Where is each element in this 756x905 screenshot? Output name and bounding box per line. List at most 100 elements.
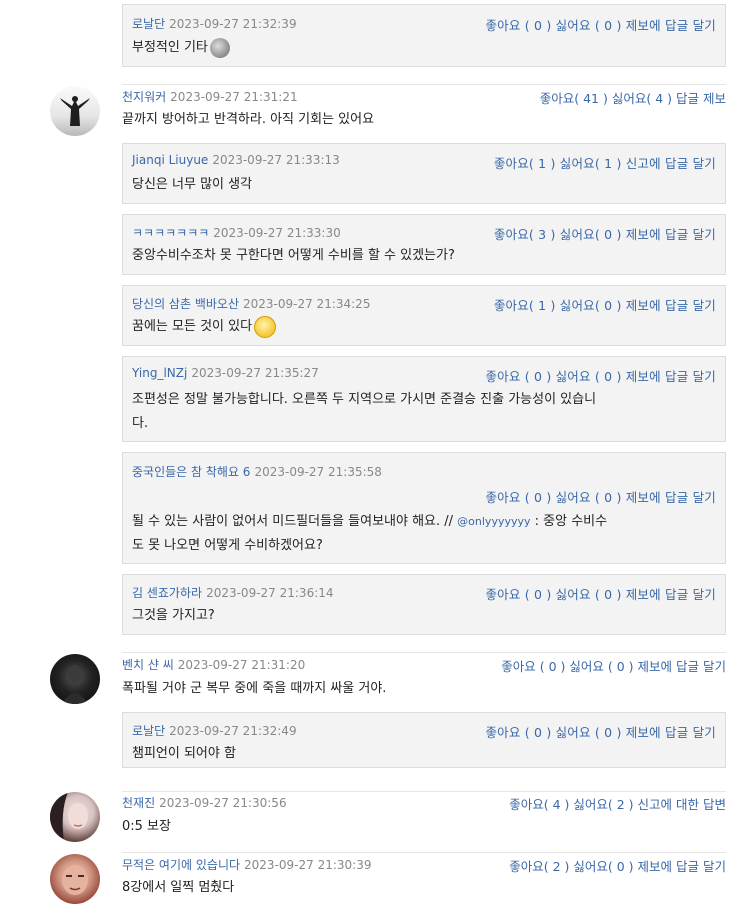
like-button[interactable]: 좋아요( 41 )	[540, 91, 608, 106]
comment-meta: 천지워커 2023-09-27 21:31:21	[122, 88, 298, 105]
username-link[interactable]: ㅋㅋㅋㅋㅋㅋㅋ	[132, 226, 209, 240]
comment-meta: 천재진 2023-09-27 21:30:56	[122, 794, 287, 811]
mention-link[interactable]: @onlyyyyyyy	[457, 515, 530, 528]
like-button[interactable]: 좋아요( 1 )	[494, 298, 556, 313]
report-button[interactable]: 제보에	[638, 859, 673, 874]
like-button[interactable]: 좋아요( 2 )	[509, 859, 569, 874]
dislike-button[interactable]: 싫어요( 2 )	[573, 797, 633, 812]
reply-button[interactable]: 답글 달기	[665, 227, 716, 242]
dislike-button[interactable]: 싫어요 ( 0 )	[556, 587, 622, 602]
reply-button[interactable]: 답글 달기	[665, 156, 716, 171]
smile-emoji-icon	[254, 315, 277, 338]
reply-box: 김 센죠가하라 2023-09-27 21:36:14 좋아요 ( 0 ) 싫어요…	[122, 574, 726, 635]
report-button[interactable]: 제보	[703, 91, 726, 106]
comment-actions: 좋아요( 41 ) 싫어요( 4 ) 답글 제보	[540, 88, 726, 107]
report-button[interactable]: 신고에 대한	[638, 797, 699, 812]
dislike-button[interactable]: 싫어요 ( 0 )	[556, 490, 622, 505]
dislike-button[interactable]: 싫어요( 0 )	[560, 227, 622, 242]
comment-actions: 좋아요( 1 ) 싫어요( 0 ) 제보에 답글 달기	[494, 295, 716, 314]
timestamp: 2023-09-27 21:33:30	[213, 226, 341, 240]
avatar[interactable]	[50, 792, 100, 842]
reply-button[interactable]: 답글 달기	[665, 18, 716, 33]
reply-box: 당신의 삼촌 백바오산 2023-09-27 21:34:25 좋아요( 1 ) …	[122, 285, 726, 346]
like-button[interactable]: 좋아요 ( 0 )	[485, 18, 551, 33]
timestamp: 2023-09-27 21:35:27	[191, 366, 319, 380]
report-button[interactable]: 제보에	[638, 659, 673, 674]
comment-text: 챔피언이 되어야 함	[132, 746, 236, 761]
reply-box: 중국인들은 참 착해요 6 2023-09-27 21:35:58 좋아요 ( 0…	[122, 452, 726, 564]
like-button[interactable]: 좋아요( 1 )	[494, 156, 556, 171]
report-button[interactable]: 신고에	[626, 156, 661, 171]
report-button[interactable]: 제보에	[626, 725, 661, 740]
reply-button[interactable]: 답변	[703, 797, 726, 812]
report-button[interactable]: 제보에	[626, 369, 661, 384]
comment-text: 꿈에는 모든 것이 있다	[132, 314, 277, 340]
comment-meta: 로날단 2023-09-27 21:32:39	[132, 15, 297, 32]
dislike-button[interactable]: 싫어요( 1 )	[560, 156, 622, 171]
like-button[interactable]: 좋아요 ( 0 )	[485, 369, 551, 384]
like-button[interactable]: 좋아요 ( 0 )	[485, 725, 551, 740]
comment-meta: 중국인들은 참 착해요 6 2023-09-27 21:35:58	[132, 463, 382, 480]
reply-button[interactable]: 답글 달기	[665, 490, 716, 505]
like-button[interactable]: 좋아요 ( 0 )	[501, 659, 565, 674]
username-link[interactable]: 무적은 여기에 있습니다	[122, 858, 240, 872]
report-button[interactable]: 제보에	[626, 18, 661, 33]
reply-button[interactable]: 답글	[676, 91, 699, 106]
comment-text: 폭파될 거야 군 복무 중에 죽을 때까지 싸울 거야.	[122, 681, 387, 696]
comment-actions: 좋아요( 3 ) 싫어요( 0 ) 제보에 답글 달기	[494, 224, 716, 243]
timestamp: 2023-09-27 21:32:39	[169, 17, 297, 31]
report-button[interactable]: 제보에	[626, 490, 661, 505]
dislike-button[interactable]: 싫어요( 0 )	[560, 298, 622, 313]
report-button[interactable]: 제보에	[626, 298, 661, 313]
reply-button[interactable]: 답글 달기	[676, 659, 726, 674]
username-link[interactable]: 로날단	[132, 724, 165, 738]
report-button[interactable]: 제보에	[626, 227, 661, 242]
comment-meta: 김 센죠가하라 2023-09-27 21:36:14	[132, 584, 334, 601]
avatar[interactable]	[50, 854, 100, 904]
dislike-button[interactable]: 싫어요 ( 0 )	[569, 659, 633, 674]
username-link[interactable]: 벤치 샨 씨	[122, 658, 174, 672]
username-link[interactable]: Jianqi Liuyue	[132, 153, 208, 167]
timestamp: 2023-09-27 21:30:56	[159, 796, 287, 810]
reply-button[interactable]: 답글 달기	[676, 859, 726, 874]
username-link[interactable]: 중국인들은 참 착해요 6	[132, 465, 250, 479]
dislike-button[interactable]: 싫어요 ( 0 )	[556, 725, 622, 740]
username-link[interactable]: 천지워커	[122, 90, 166, 104]
username-link[interactable]: 천재진	[122, 796, 155, 810]
like-button[interactable]: 좋아요( 4 )	[509, 797, 569, 812]
dislike-button[interactable]: 싫어요( 4 )	[612, 91, 672, 106]
comment-text: 끝까지 방어하고 반격하라. 아직 기회는 있어요	[122, 112, 375, 127]
avatar-silhouette-icon	[60, 96, 90, 126]
comment-divider	[122, 852, 726, 853]
reply-box: ㅋㅋㅋㅋㅋㅋㅋ 2023-09-27 21:33:30 좋아요( 3 ) 싫어요(…	[122, 214, 726, 275]
reply-button[interactable]: 답글 달기	[665, 298, 716, 313]
comment-text-line2: 도 못 나오면 어떻게 수비하겠어요?	[132, 538, 323, 553]
comment-text: 조편성은 정말 불가능합니다. 오른쪽 두 지역으로 가시면 준결승 진출 가능…	[132, 392, 597, 407]
comment-meta: ㅋㅋㅋㅋㅋㅋㅋ 2023-09-27 21:33:30	[132, 224, 341, 241]
username-link[interactable]: Ying_lNZj	[132, 366, 187, 380]
comment-text-content: 될 수 있는 사람이 없어서 미드필더들을 들여보내야 해요. //	[132, 514, 458, 529]
like-button[interactable]: 좋아요( 3 )	[494, 227, 556, 242]
reply-button[interactable]: 답글 달기	[665, 725, 716, 740]
timestamp: 2023-09-27 21:30:39	[244, 858, 372, 872]
reply-box: Ying_lNZj 2023-09-27 21:35:27 좋아요 ( 0 ) 싫…	[122, 356, 726, 442]
comment-text-line2: 다.	[132, 416, 149, 431]
comment-divider	[122, 791, 726, 792]
like-button[interactable]: 좋아요 ( 0 )	[485, 587, 551, 602]
avatar[interactable]	[50, 654, 100, 704]
comment-actions: 좋아요 ( 0 ) 싫어요 ( 0 ) 제보에 답글 달기	[485, 722, 716, 741]
comment-actions: 좋아요( 1 ) 싫어요( 1 ) 신고에 답글 달기	[494, 153, 716, 172]
report-button[interactable]: 제보에	[626, 587, 661, 602]
dislike-button[interactable]: 싫어요 ( 0 )	[556, 369, 622, 384]
avatar[interactable]	[50, 86, 100, 136]
reply-button[interactable]: 답글 달기	[665, 369, 716, 384]
username-link[interactable]: 김 센죠가하라	[132, 586, 202, 600]
username-link[interactable]: 당신의 삼촌 백바오산	[132, 297, 239, 311]
like-button[interactable]: 좋아요 ( 0 )	[485, 490, 551, 505]
reply-button[interactable]: 답글 달기	[665, 587, 716, 602]
comment-actions: 좋아요( 4 ) 싫어요( 2 ) 신고에 대한 답변	[509, 794, 726, 813]
dislike-button[interactable]: 싫어요( 0 )	[573, 859, 633, 874]
dislike-button[interactable]: 싫어요 ( 0 )	[556, 18, 622, 33]
username-link[interactable]: 로날단	[132, 17, 165, 31]
avatar-portrait-icon	[62, 865, 88, 895]
